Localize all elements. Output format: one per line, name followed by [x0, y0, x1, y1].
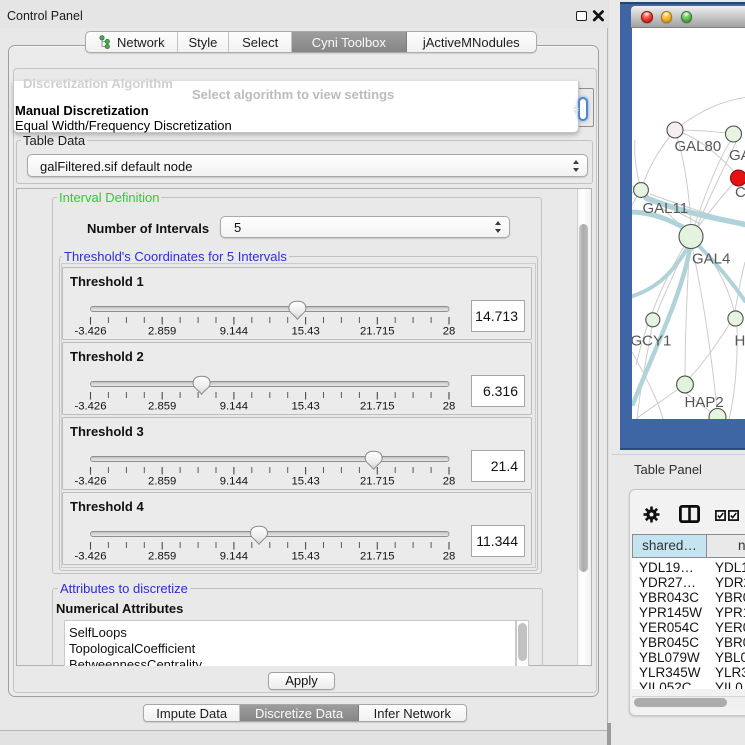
svg-text:21.715: 21.715	[360, 476, 395, 488]
svg-text:2.859: 2.859	[148, 326, 176, 338]
svg-text:H: H	[735, 333, 745, 350]
svg-text:9.144: 9.144	[220, 326, 248, 338]
svg-text:28: 28	[443, 326, 456, 338]
svg-text:-3.426: -3.426	[74, 476, 106, 488]
svg-text:9.144: 9.144	[220, 551, 248, 563]
svg-text:15.43: 15.43	[291, 476, 319, 488]
svg-text:GCY1: GCY1	[632, 333, 671, 350]
svg-text:15.43: 15.43	[291, 326, 319, 338]
svg-text:15.43: 15.43	[291, 401, 319, 413]
svg-text:28: 28	[443, 401, 456, 413]
svg-text:-3.426: -3.426	[74, 401, 106, 413]
svg-text:GA: GA	[729, 147, 745, 164]
svg-text:HAP2: HAP2	[685, 394, 724, 411]
svg-text:21.715: 21.715	[360, 401, 395, 413]
svg-text:-3.426: -3.426	[74, 326, 106, 338]
svg-text:GAL4: GAL4	[692, 251, 730, 268]
svg-text:21.715: 21.715	[360, 551, 395, 563]
svg-text:9.144: 9.144	[220, 476, 248, 488]
svg-text:GAL11: GAL11	[643, 200, 689, 217]
svg-text:2.859: 2.859	[148, 551, 176, 563]
svg-text:9.144: 9.144	[220, 401, 248, 413]
svg-text:GAL80: GAL80	[675, 138, 722, 155]
svg-text:C: C	[735, 184, 745, 201]
svg-text:2.859: 2.859	[148, 476, 176, 488]
svg-text:2.859: 2.859	[148, 401, 176, 413]
svg-text:28: 28	[443, 551, 456, 563]
svg-text:21.715: 21.715	[360, 326, 395, 338]
svg-text:15.43: 15.43	[291, 551, 319, 563]
svg-text:28: 28	[443, 476, 456, 488]
svg-text:-3.426: -3.426	[74, 551, 106, 563]
